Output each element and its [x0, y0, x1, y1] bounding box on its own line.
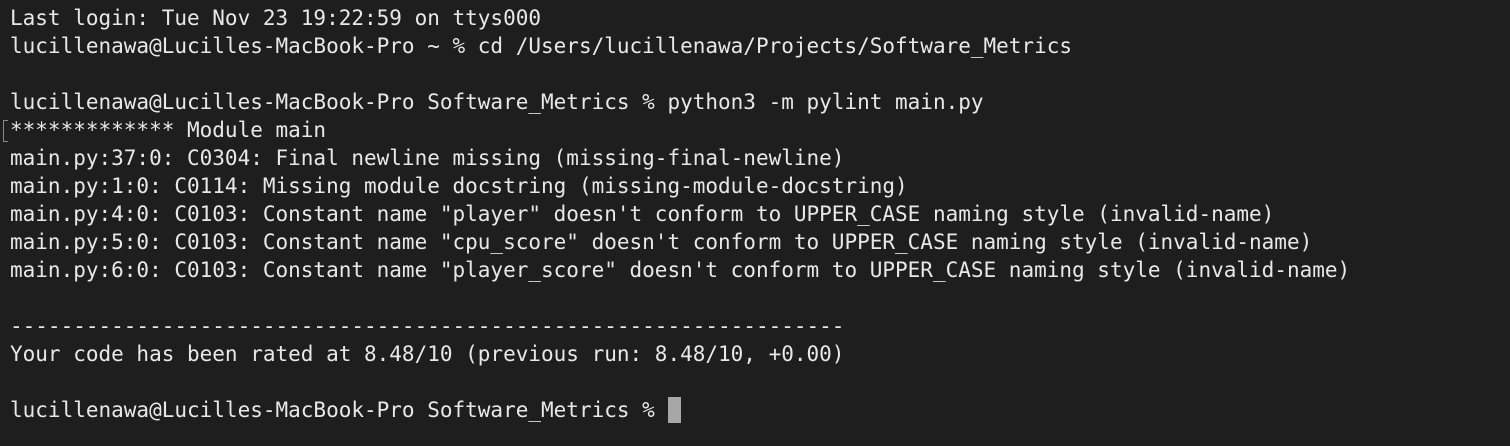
terminal-line: ----------------------------------------…: [10, 314, 845, 338]
terminal-line: Last login: Tue Nov 23 19:22:59 on ttys0…: [10, 6, 542, 30]
terminal-line: main.py:6:0: C0103: Constant name "playe…: [10, 258, 1351, 282]
text-cursor: [668, 397, 682, 423]
terminal-line: Your code has been rated at 8.48/10 (pre…: [10, 342, 845, 366]
prompt-line[interactable]: lucillenawa@Lucilles-MacBook-Pro Softwar…: [10, 396, 1510, 424]
terminal-line: lucillenawa@Lucilles-MacBook-Pro Softwar…: [10, 90, 984, 114]
terminal-line: main.py:4:0: C0103: Constant name "playe…: [10, 202, 1275, 226]
terminal-line: main.py:37:0: C0304: Final newline missi…: [10, 146, 845, 170]
terminal-line: ************* Module main: [10, 118, 327, 142]
terminal-line: lucillenawa@Lucilles-MacBook-Pro ~ % cd …: [10, 34, 1073, 58]
terminal-window[interactable]: Last login: Tue Nov 23 19:22:59 on ttys0…: [0, 0, 1510, 446]
terminal-line: main.py:1:0: C0114: Missing module docst…: [10, 174, 908, 198]
shell-prompt: lucillenawa@Lucilles-MacBook-Pro Softwar…: [10, 398, 668, 422]
mark-bracket-icon: [3, 120, 8, 142]
terminal-line: main.py:5:0: C0103: Constant name "cpu_s…: [10, 230, 1313, 254]
